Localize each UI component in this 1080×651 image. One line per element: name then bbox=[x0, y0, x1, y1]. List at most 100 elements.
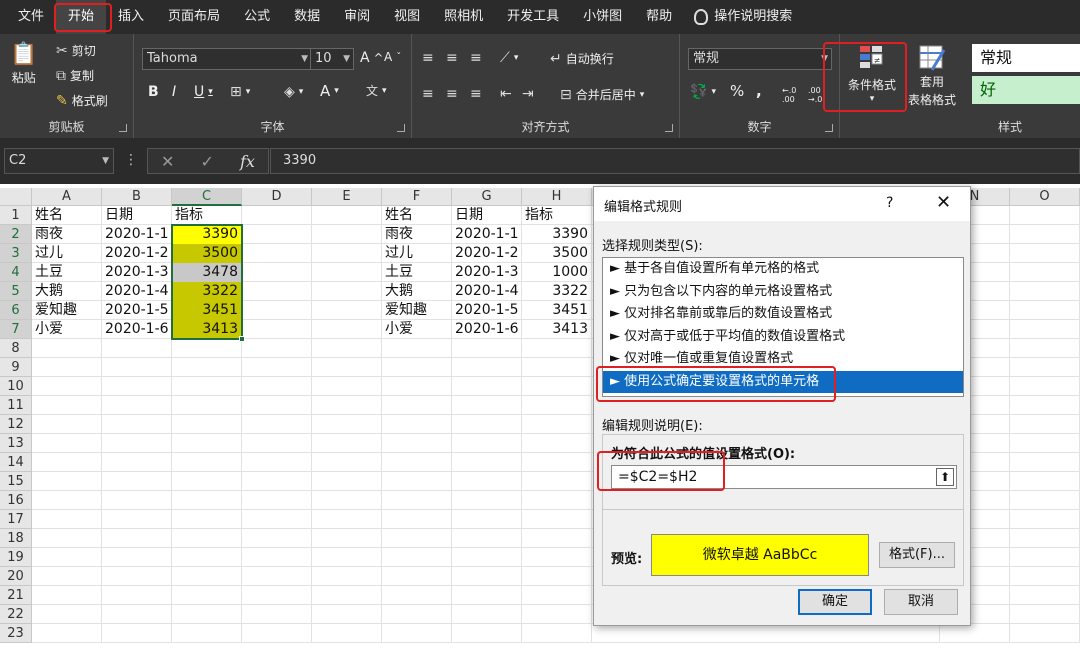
row-header[interactable]: 13 bbox=[0, 434, 32, 453]
column-header-e[interactable]: E bbox=[312, 188, 382, 206]
cell[interactable]: 姓名 bbox=[32, 206, 101, 225]
row-header[interactable]: 17 bbox=[0, 510, 32, 529]
cell[interactable]: 日期 bbox=[102, 206, 171, 225]
fill-color-button[interactable]: ◈ ▾ bbox=[284, 84, 303, 100]
comma-style-button[interactable]: , bbox=[756, 82, 762, 100]
percent-style-button[interactable]: % bbox=[730, 82, 744, 100]
merge-center-button[interactable]: ⊟ 合并后居中 ▾ bbox=[560, 86, 644, 103]
row-header[interactable]: 21 bbox=[0, 586, 32, 605]
accounting-format-button[interactable]: 💱 ▾ bbox=[690, 84, 716, 100]
column-header-f[interactable]: F bbox=[382, 188, 452, 206]
formula-input[interactable]: 3390 bbox=[270, 148, 1080, 174]
row-header[interactable]: 6 bbox=[0, 301, 32, 320]
rule-type-item[interactable]: ► 仅对高于或低于平均值的数值设置格式 bbox=[603, 326, 963, 349]
tab-review[interactable]: 审阅 bbox=[332, 0, 382, 34]
cell[interactable]: 雨夜 bbox=[382, 225, 451, 244]
tab-data[interactable]: 数据 bbox=[282, 0, 332, 34]
rule-type-item[interactable]: ► 基于各自值设置所有单元格的格式 bbox=[603, 258, 963, 281]
tab-view[interactable]: 视图 bbox=[382, 0, 432, 34]
tab-help[interactable]: 帮助 bbox=[634, 0, 684, 34]
row-header[interactable]: 19 bbox=[0, 548, 32, 567]
font-name-combo[interactable]: Tahoma ▼ bbox=[142, 48, 312, 70]
cell[interactable]: 小爱 bbox=[32, 320, 101, 339]
phonetic-button[interactable]: 文 ▾ bbox=[366, 82, 387, 99]
align-center-button[interactable]: ≡ bbox=[446, 86, 458, 102]
rule-type-item[interactable]: ► 仅对唯一值或重复值设置格式 bbox=[603, 348, 963, 371]
tell-me-search[interactable]: 操作说明搜索 bbox=[684, 0, 804, 34]
cell[interactable]: 2020-1-4 bbox=[102, 282, 171, 301]
decrease-decimal-button[interactable]: .00 →.0 bbox=[808, 86, 832, 104]
tab-pie-chart[interactable]: 小饼图 bbox=[571, 0, 634, 34]
row-header[interactable]: 20 bbox=[0, 567, 32, 586]
cell[interactable]: 过儿 bbox=[382, 244, 451, 263]
cell[interactable]: 3390 bbox=[522, 225, 591, 244]
column-header-h[interactable]: H bbox=[522, 188, 592, 206]
paste-button[interactable]: 📋 粘贴 bbox=[10, 42, 37, 86]
cell[interactable]: 爱知趣 bbox=[32, 301, 101, 320]
conditional-formatting-button[interactable]: ≠ 条件格式 ▾ bbox=[848, 44, 896, 104]
formula-field[interactable]: =$C2=$H2 ⬆ bbox=[611, 465, 957, 489]
cell[interactable]: 2020-1-2 bbox=[102, 244, 171, 263]
alignment-launcher[interactable] bbox=[665, 124, 673, 132]
align-right-button[interactable]: ≡ bbox=[470, 86, 482, 102]
font-color-button[interactable]: A ▾ bbox=[320, 82, 339, 100]
row-header[interactable]: 12 bbox=[0, 415, 32, 434]
close-button[interactable]: ✕ bbox=[936, 192, 951, 213]
cell[interactable]: 2020-1-1 bbox=[102, 225, 171, 244]
shrink-font-button[interactable]: Aˇ bbox=[384, 50, 401, 64]
font-size-combo[interactable]: 10 ▼ bbox=[310, 48, 354, 70]
tab-file[interactable]: 文件 bbox=[6, 0, 56, 34]
column-header-d[interactable]: D bbox=[242, 188, 312, 206]
row-header[interactable]: 14 bbox=[0, 453, 32, 472]
fill-handle[interactable] bbox=[239, 336, 245, 342]
cell[interactable]: 姓名 bbox=[382, 206, 451, 225]
cell[interactable]: 土豆 bbox=[382, 263, 451, 282]
row-header[interactable]: 23 bbox=[0, 624, 32, 643]
ok-button[interactable]: 确定 bbox=[798, 589, 872, 615]
align-top-button[interactable]: ≡ bbox=[422, 50, 434, 66]
format-as-table-button[interactable]: 套用 表格格式 bbox=[908, 44, 956, 108]
cell[interactable]: 2020-1-6 bbox=[452, 320, 521, 339]
cell[interactable]: 爱知趣 bbox=[382, 301, 451, 320]
cell[interactable]: 2020-1-3 bbox=[452, 263, 521, 282]
row-header[interactable]: 8 bbox=[0, 339, 32, 358]
align-left-button[interactable]: ≡ bbox=[422, 86, 434, 102]
cell[interactable]: 3322 bbox=[522, 282, 591, 301]
rule-type-item[interactable]: ► 只为包含以下内容的单元格设置格式 bbox=[603, 281, 963, 304]
select-all-corner[interactable] bbox=[0, 188, 32, 206]
column-header-a[interactable]: A bbox=[32, 188, 102, 206]
tab-page-layout[interactable]: 页面布局 bbox=[156, 0, 232, 34]
row-header[interactable]: 18 bbox=[0, 529, 32, 548]
cell[interactable]: 日期 bbox=[452, 206, 521, 225]
row-header[interactable]: 7 bbox=[0, 320, 32, 339]
cell[interactable]: 大鹅 bbox=[382, 282, 451, 301]
row-header[interactable]: 1 bbox=[0, 206, 32, 225]
cut-button[interactable]: ✂ 剪切 bbox=[56, 42, 96, 59]
help-button[interactable]: ? bbox=[886, 195, 893, 211]
cell[interactable]: 2020-1-5 bbox=[452, 301, 521, 320]
row-header[interactable]: 22 bbox=[0, 605, 32, 624]
align-middle-button[interactable]: ≡ bbox=[446, 50, 458, 66]
decrease-indent-button[interactable]: ⇤ bbox=[500, 86, 512, 102]
cell[interactable]: 指标 bbox=[172, 206, 241, 225]
tab-insert[interactable]: 插入 bbox=[106, 0, 156, 34]
copy-button[interactable]: ⧉ 复制 bbox=[56, 67, 94, 84]
cell[interactable]: 2020-1-2 bbox=[452, 244, 521, 263]
grow-font-button[interactable]: A ^ bbox=[360, 50, 383, 66]
cell[interactable]: 大鹅 bbox=[32, 282, 101, 301]
number-format-combo[interactable]: 常规 ▼ bbox=[688, 48, 832, 70]
increase-decimal-button[interactable]: ←.0 .00 bbox=[782, 86, 806, 104]
cell[interactable]: 2020-1-6 bbox=[102, 320, 171, 339]
rule-type-item[interactable]: ► 仅对排名靠前或靠后的数值设置格式 bbox=[603, 303, 963, 326]
row-header[interactable]: 4 bbox=[0, 263, 32, 282]
row-header[interactable]: 10 bbox=[0, 377, 32, 396]
font-launcher[interactable] bbox=[397, 124, 405, 132]
cell[interactable]: 过儿 bbox=[32, 244, 101, 263]
enter-icon[interactable]: ✓ bbox=[201, 152, 214, 171]
row-header[interactable]: 2 bbox=[0, 225, 32, 244]
cell[interactable]: 2020-1-1 bbox=[452, 225, 521, 244]
align-bottom-button[interactable]: ≡ bbox=[470, 50, 482, 66]
cell[interactable]: 2020-1-4 bbox=[452, 282, 521, 301]
number-launcher[interactable] bbox=[825, 124, 833, 132]
tab-developer[interactable]: 开发工具 bbox=[495, 0, 571, 34]
